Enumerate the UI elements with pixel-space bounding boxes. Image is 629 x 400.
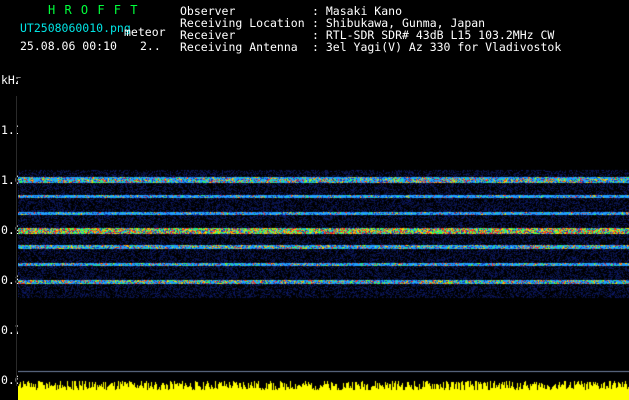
filename-label: UT2508060010.png <box>20 21 131 35</box>
datetime-label: 25.08.06 00:10 <box>20 39 117 53</box>
spectrogram-canvas <box>18 78 629 400</box>
info-value: : 3el Yagi(V) Az 330 for Vladivostok <box>312 40 562 54</box>
y-axis-line <box>16 96 17 386</box>
mode-label: meteor <box>124 25 166 39</box>
brand-title: H R O F F T <box>48 3 139 17</box>
info-label: Receiving Antenna <box>180 40 298 54</box>
counter-label: 2.. <box>140 39 161 53</box>
